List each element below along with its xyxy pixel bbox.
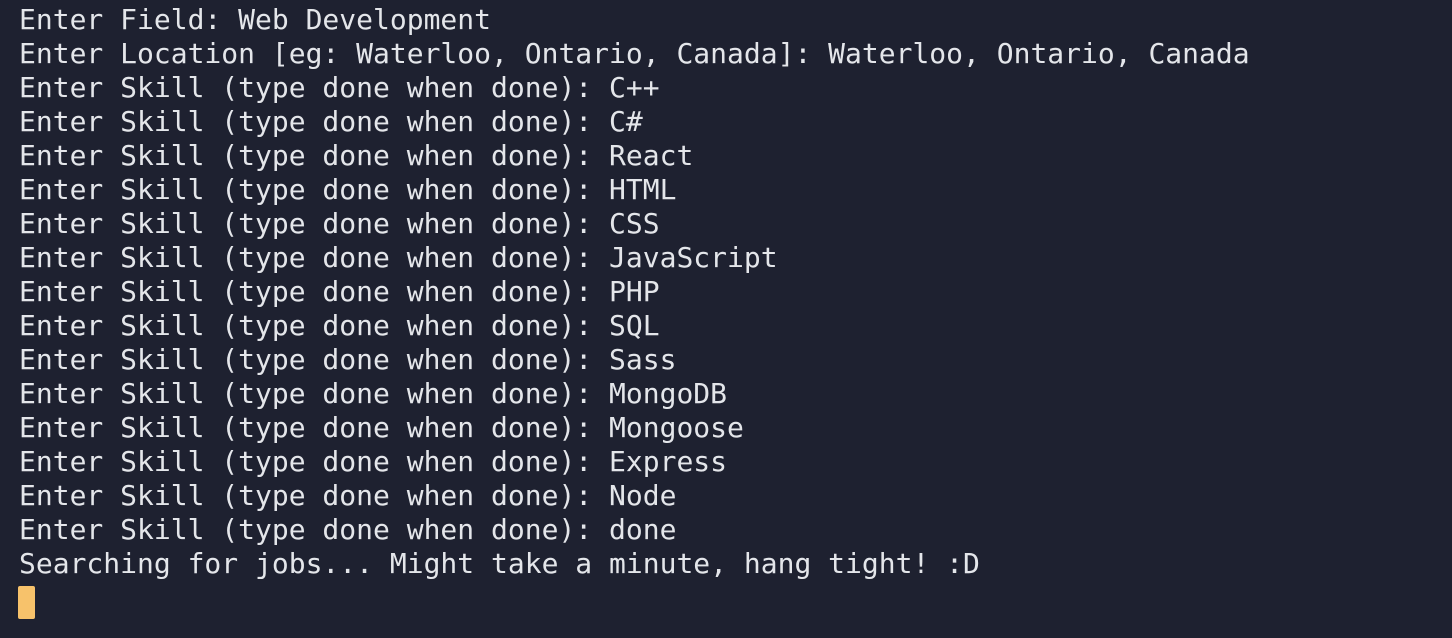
output-line-skill: Enter Skill (type done when done): JavaS… [19, 241, 778, 274]
terminal-cursor [18, 586, 35, 619]
output-line-status: Searching for jobs... Might take a minut… [19, 547, 980, 580]
output-line-skill: Enter Skill (type done when done): Node [19, 479, 677, 512]
output-line-skill: Enter Skill (type done when done): Expre… [19, 445, 728, 478]
terminal-window[interactable]: Enter Field: Web Development Enter Locat… [0, 0, 1452, 638]
output-line-field: Enter Field: Web Development [19, 3, 492, 36]
output-line-skill: Enter Skill (type done when done): Mongo… [19, 377, 728, 410]
output-line-skill: Enter Skill (type done when done): SQL [19, 309, 660, 342]
output-line-location: Enter Location [eg: Waterloo, Ontario, C… [19, 37, 1250, 70]
output-line-skill: Enter Skill (type done when done): PHP [19, 275, 660, 308]
output-line-skill-done: Enter Skill (type done when done): done [19, 513, 677, 546]
output-line-skill: Enter Skill (type done when done): Mongo… [19, 411, 744, 444]
output-line-skill: Enter Skill (type done when done): Sass [19, 343, 677, 376]
output-line-skill: Enter Skill (type done when done): C++ [19, 71, 660, 104]
output-line-skill: Enter Skill (type done when done): React [19, 139, 694, 172]
output-line-skill: Enter Skill (type done when done): C# [19, 105, 643, 138]
output-line-skill: Enter Skill (type done when done): HTML [19, 173, 677, 206]
output-line-skill: Enter Skill (type done when done): CSS [19, 207, 660, 240]
terminal-output: Enter Field: Web Development Enter Locat… [19, 3, 1452, 581]
